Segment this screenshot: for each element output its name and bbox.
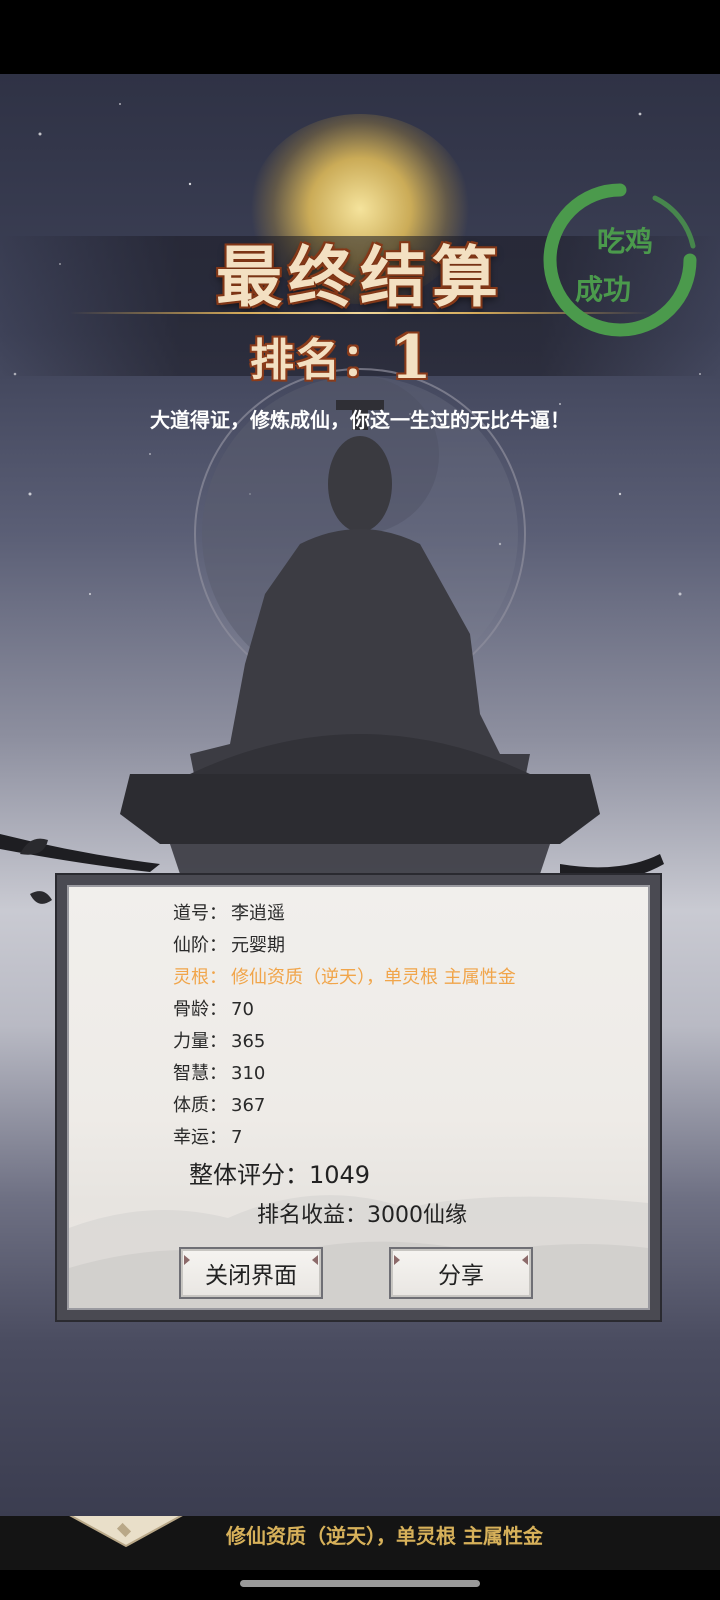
stat-row-spirit-root: 灵根： 修仙资质（逆天），单灵根 主属性金 (173, 963, 516, 989)
rank-reward-label: 排名收益： (257, 1203, 368, 1228)
stat-row-bone-age: 骨龄： 70 (173, 995, 254, 1021)
home-gesture-handle[interactable] (240, 1580, 480, 1587)
stat-label: 道号： (173, 903, 227, 924)
result-message: 大道得证，修炼成仙，你这一生过的无比牛逼！ (150, 408, 570, 432)
overall-score-label: 整体评分： (189, 1161, 309, 1189)
stat-label: 仙阶： (173, 935, 227, 956)
scroll-paper-icon (69, 1516, 183, 1548)
rank-reward-value: 3000仙缘 (367, 1203, 468, 1228)
stat-value: 365 (231, 1031, 266, 1052)
stat-row-realm: 仙阶： 元婴期 (173, 931, 285, 957)
navigation-bar (0, 1570, 720, 1600)
stat-value: 修仙资质（逆天），单灵根 主属性金 (231, 967, 516, 988)
status-bar (0, 0, 720, 74)
stat-value: 310 (231, 1063, 266, 1084)
rank-display: 排名： 1 (250, 328, 432, 388)
overall-score: 整体评分：1049 (189, 1155, 370, 1190)
stat-row-wisdom: 智慧： 310 (173, 1059, 265, 1085)
stat-value: 李逍遥 (231, 903, 285, 924)
stat-value: 367 (231, 1095, 266, 1116)
stat-value: 元婴期 (231, 935, 285, 956)
background-page-strip: 修仙资质（逆天），单灵根 主属性金 (0, 1516, 720, 1570)
stamp-line-1: 吃鸡 (597, 225, 654, 258)
close-button[interactable]: 关闭界面 (179, 1247, 323, 1299)
stat-label: 骨龄： (173, 999, 227, 1020)
stat-label: 体质： (173, 1095, 227, 1116)
share-button[interactable]: 分享 (389, 1247, 533, 1299)
stamp-line-2: 成功 (575, 273, 632, 306)
ink-circle-icon (543, 183, 697, 337)
stat-row-name: 道号： 李逍遥 (173, 899, 285, 925)
background-spirit-root-text: 修仙资质（逆天），单灵根 主属性金 (226, 1524, 543, 1548)
stat-row-strength: 力量： 365 (173, 1027, 265, 1053)
settlement-panel: 道号： 李逍遥 仙阶： 元婴期 灵根： 修仙资质（逆天），单灵根 主属性金 骨龄： 70… (55, 873, 662, 1322)
rank-label: 排名： (250, 335, 388, 386)
overall-score-value: 1049 (309, 1161, 371, 1189)
rank-value: 1 (390, 323, 432, 393)
success-stamp: 吃鸡 成功 (535, 176, 705, 346)
stat-label: 智慧： (173, 1063, 227, 1084)
stat-value: 7 (231, 1127, 243, 1148)
stat-label: 幸运： (173, 1127, 227, 1148)
stat-label: 灵根： (173, 967, 227, 988)
stat-row-constitution: 体质： 367 (173, 1091, 265, 1117)
stat-row-luck: 幸运： 7 (173, 1123, 242, 1149)
settlement-panel-content: 道号： 李逍遥 仙阶： 元婴期 灵根： 修仙资质（逆天），单灵根 主属性金 骨龄： 70… (67, 885, 650, 1310)
rank-reward: 排名收益：3000仙缘 (257, 1197, 467, 1229)
stat-value: 70 (231, 999, 254, 1020)
stat-label: 力量： (173, 1031, 227, 1052)
